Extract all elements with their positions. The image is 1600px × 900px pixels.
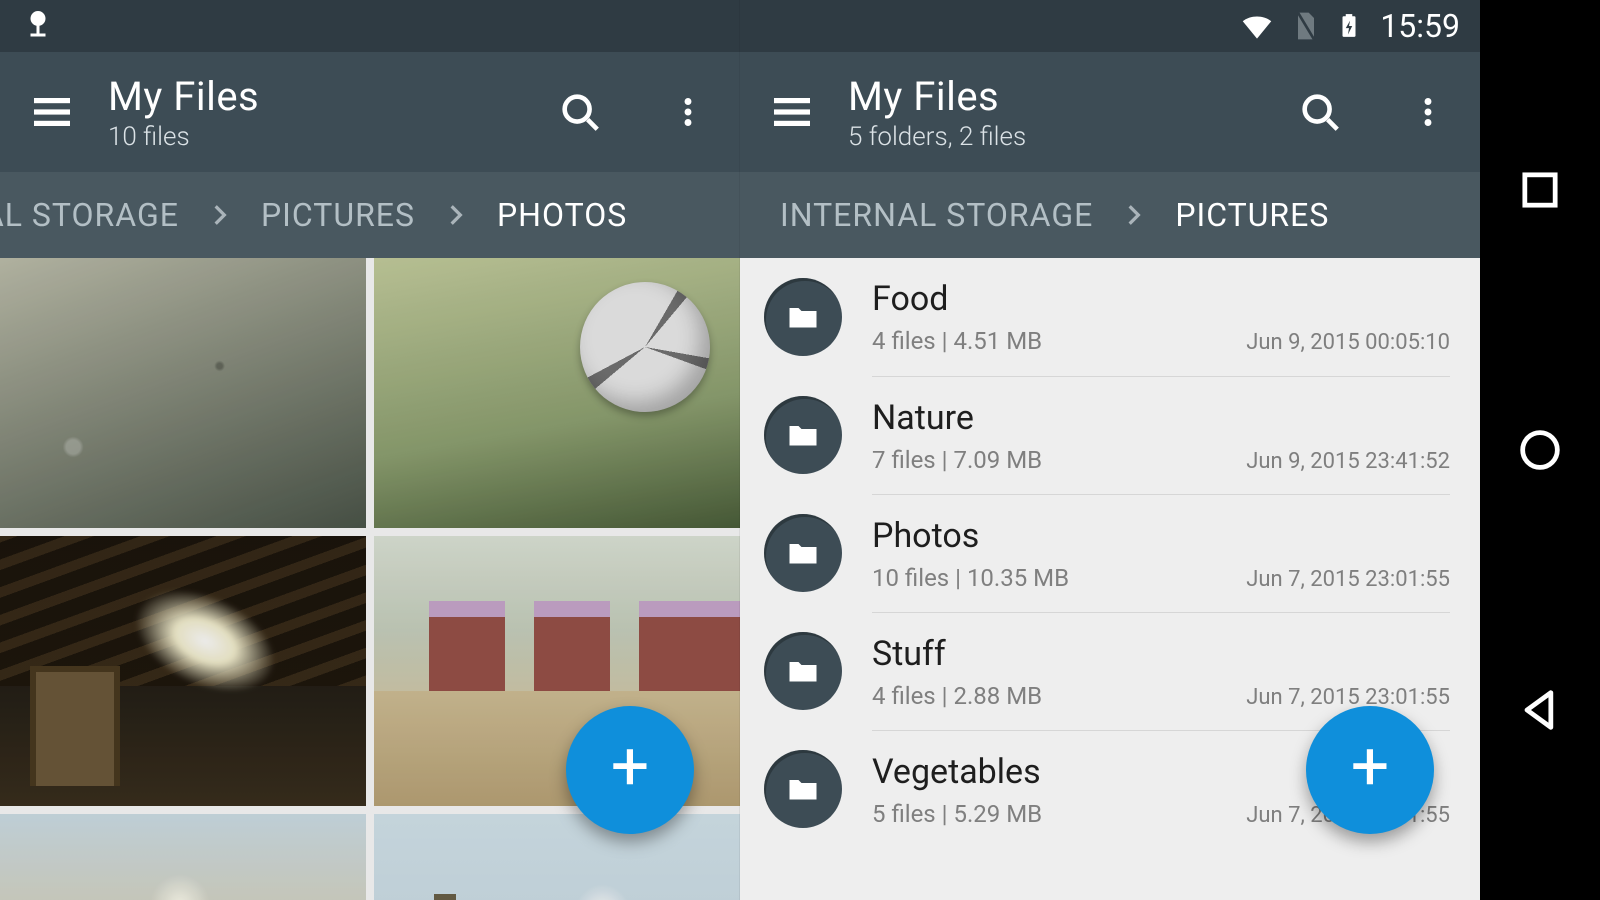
photo-thumb[interactable] bbox=[0, 814, 366, 900]
item-date: Jun 7, 2015 23:01:55 bbox=[1246, 567, 1450, 592]
item-name: Nature bbox=[872, 398, 1450, 438]
item-date: Jun 9, 2015 00:05:10 bbox=[1246, 330, 1450, 355]
app-title: My Files bbox=[108, 73, 259, 120]
status-bar-left bbox=[0, 0, 740, 52]
android-debug-icon bbox=[20, 8, 56, 44]
title-block: My Files 10 files bbox=[108, 73, 259, 152]
crumb-pictures[interactable]: PICTURES bbox=[1165, 196, 1339, 234]
device-frame: My Files 10 files RNAL STORAGE PICTURES … bbox=[0, 0, 1600, 900]
folder-icon bbox=[764, 514, 842, 592]
item-date: Jun 7, 2015 23:01:55 bbox=[1246, 685, 1450, 710]
chevron-right-icon bbox=[425, 202, 487, 228]
crumb-photos[interactable]: PHOTOS bbox=[487, 196, 637, 234]
item-meta: 4 files | 4.51 MB bbox=[872, 327, 1042, 355]
right-pane: 15:59 My Files 5 folders, 2 files INTERN bbox=[740, 0, 1480, 900]
folder-icon bbox=[764, 396, 842, 474]
status-bar-right: 15:59 bbox=[740, 0, 1480, 52]
wifi-icon bbox=[1238, 7, 1276, 45]
search-button[interactable] bbox=[1294, 86, 1346, 138]
fab-add-button[interactable]: + bbox=[566, 706, 694, 834]
sim-icon bbox=[1290, 10, 1322, 42]
photo-thumb[interactable] bbox=[374, 258, 740, 528]
app-subtitle: 10 files bbox=[108, 122, 259, 152]
photo-thumb[interactable] bbox=[0, 258, 366, 528]
folder-icon bbox=[764, 750, 842, 828]
folder-icon bbox=[764, 278, 842, 356]
item-name: Food bbox=[872, 279, 1450, 319]
menu-button[interactable] bbox=[26, 86, 78, 138]
list-item[interactable]: Food 4 files | 4.51 MB Jun 9, 2015 00:05… bbox=[740, 258, 1480, 376]
crumb-pictures[interactable]: PICTURES bbox=[251, 196, 425, 234]
fab-add-button[interactable]: + bbox=[1306, 706, 1434, 834]
folder-icon bbox=[764, 632, 842, 710]
left-pane: My Files 10 files RNAL STORAGE PICTURES … bbox=[0, 0, 740, 900]
back-button[interactable] bbox=[1510, 680, 1570, 740]
overflow-menu-button[interactable] bbox=[1402, 86, 1454, 138]
chevron-right-icon bbox=[189, 202, 251, 228]
app-bar-left: My Files 10 files bbox=[0, 52, 740, 172]
photo-thumb[interactable] bbox=[0, 536, 366, 806]
search-button[interactable] bbox=[554, 86, 606, 138]
item-meta: 7 files | 7.09 MB bbox=[872, 446, 1042, 474]
item-meta: 4 files | 2.88 MB bbox=[872, 682, 1042, 710]
app-title: My Files bbox=[848, 73, 1026, 120]
photo-thumb[interactable] bbox=[374, 814, 740, 900]
menu-button[interactable] bbox=[766, 86, 818, 138]
app-bar-right: My Files 5 folders, 2 files bbox=[740, 52, 1480, 172]
overflow-menu-button[interactable] bbox=[662, 86, 714, 138]
crumb-storage[interactable]: INTERNAL STORAGE bbox=[770, 196, 1103, 234]
battery-charging-icon bbox=[1336, 7, 1362, 45]
item-date: Jun 9, 2015 23:41:52 bbox=[1246, 449, 1450, 474]
title-block: My Files 5 folders, 2 files bbox=[848, 73, 1026, 152]
list-item[interactable]: Nature 7 files | 7.09 MB Jun 9, 2015 23:… bbox=[740, 376, 1480, 494]
home-button[interactable] bbox=[1510, 420, 1570, 480]
breadcrumb-left: RNAL STORAGE PICTURES PHOTOS bbox=[0, 172, 740, 258]
app-subtitle: 5 folders, 2 files bbox=[848, 122, 1026, 152]
chevron-right-icon bbox=[1103, 202, 1165, 228]
item-meta: 10 files | 10.35 MB bbox=[872, 564, 1069, 592]
breadcrumb-right: INTERNAL STORAGE PICTURES bbox=[740, 172, 1480, 258]
recents-button[interactable] bbox=[1510, 160, 1570, 220]
status-time: 15:59 bbox=[1380, 7, 1460, 45]
item-name: Stuff bbox=[872, 634, 1450, 674]
crumb-storage[interactable]: RNAL STORAGE bbox=[0, 196, 189, 234]
system-nav-rail bbox=[1480, 0, 1600, 900]
item-name: Photos bbox=[872, 516, 1450, 556]
item-meta: 5 files | 5.29 MB bbox=[872, 800, 1042, 828]
list-item[interactable]: Photos 10 files | 10.35 MB Jun 7, 2015 2… bbox=[740, 494, 1480, 612]
